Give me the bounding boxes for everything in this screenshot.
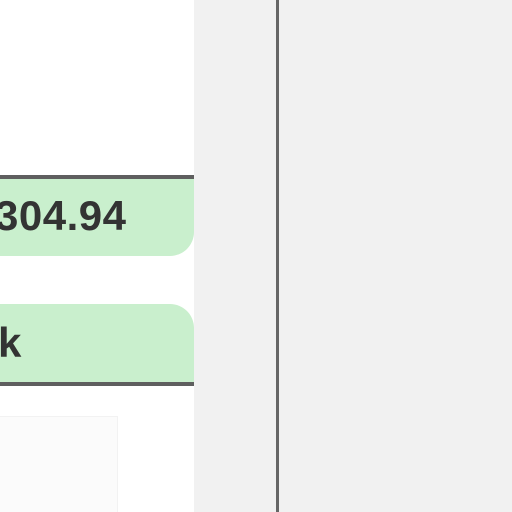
label-cell: k (0, 304, 194, 386)
left-content-panel: 304.94 k (0, 0, 194, 512)
middle-gray-panel (194, 0, 276, 512)
right-gray-panel (279, 0, 512, 512)
app-screen: 304.94 k (0, 0, 512, 512)
faint-card (0, 416, 118, 512)
amount-cell: 304.94 (0, 175, 194, 256)
amount-value: 304.94 (0, 192, 127, 239)
partial-label: k (0, 319, 22, 366)
